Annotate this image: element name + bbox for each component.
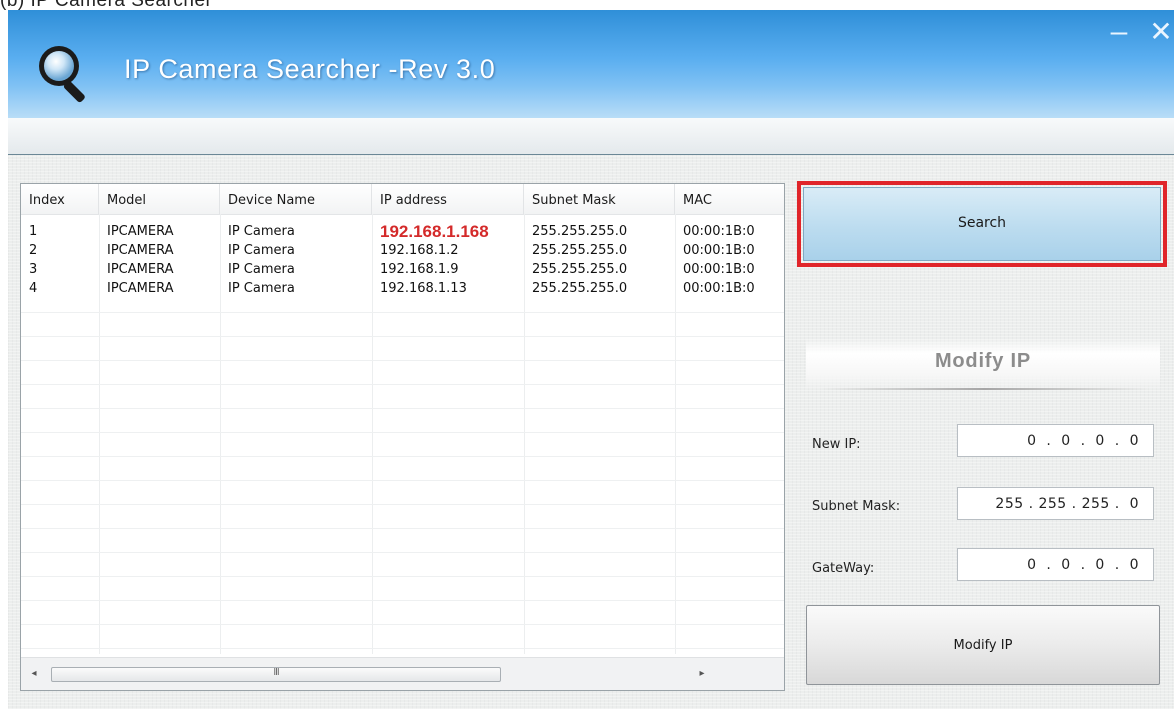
window-title: IP Camera Searcher -Rev 3.0 [124,54,496,84]
grip-icon: III [273,667,279,678]
grid-line [21,552,784,553]
cell-subnet-mask: 255.255.255.0 [532,243,628,258]
grid-line [21,600,784,601]
grid-line [21,504,784,505]
cell-subnet-mask: 255.255.255.0 [532,281,628,296]
grid-line [21,648,784,649]
cell-mac: 00:00:1B:0 [683,281,755,296]
grid-line [21,528,784,529]
gateway-label: GateWay: [812,561,875,576]
cell-model: IPCAMERA [107,281,174,296]
title-bar: IP Camera Searcher -Rev 3.0 – ✕ [8,10,1174,118]
cell-mac: 00:00:1B:0 [683,262,755,277]
column-header-index[interactable]: Index [21,184,99,214]
cell-ip-address: 192.168.1.9 [380,262,459,277]
scroll-left-icon[interactable]: ◂ [27,667,41,681]
cell-device-name: IP Camera [228,262,295,277]
minimize-icon[interactable]: – [1106,17,1132,48]
cell-model: IPCAMERA [107,262,174,277]
grid-line [21,432,784,433]
modify-ip-button[interactable]: Modify IP [806,605,1160,685]
grid-line [21,384,784,385]
grid-line [21,360,784,361]
modify-ip-heading: Modify IP [934,350,1032,372]
table-row[interactable]: 1 IPCAMERA IP Camera 192.168.1.168 255.2… [21,222,784,241]
grid-line [21,312,784,313]
cell-device-name: IP Camera [228,281,295,296]
grid-line [21,336,784,337]
column-header-mac[interactable]: MAC [675,184,784,214]
cell-device-name: IP Camera [228,224,295,239]
column-header-device-name[interactable]: Device Name [220,184,372,214]
scroll-right-icon[interactable]: ▸ [695,667,709,681]
scroll-thumb[interactable]: III [51,667,501,682]
cell-mac: 00:00:1B:0 [683,224,755,239]
cell-device-name: IP Camera [228,243,295,258]
modify-heading-divider [820,388,1150,390]
grid-line [21,408,784,409]
cell-model: IPCAMERA [107,243,174,258]
new-ip-label: New IP: [812,437,861,452]
device-list-header: Index Model Device Name IP address Subne… [21,184,784,215]
device-list[interactable]: Index Model Device Name IP address Subne… [20,183,785,691]
cell-model: IPCAMERA [107,224,174,239]
subnet-mask-label: Subnet Mask: [812,499,901,514]
cell-index: 2 [29,243,38,258]
cell-index: 4 [29,281,38,296]
cell-mac: 00:00:1B:0 [683,243,755,258]
table-row[interactable]: 2 IPCAMERA IP Camera 192.168.1.2 255.255… [21,241,784,260]
cell-ip-address: 192.168.1.2 [380,243,459,258]
search-highlight-frame [797,181,1167,267]
magnifier-icon [39,46,85,103]
cell-ip-address: 192.168.1.13 [380,281,467,296]
table-row[interactable]: 3 IPCAMERA IP Camera 192.168.1.9 255.255… [21,260,784,279]
horizontal-scrollbar[interactable]: ◂ III ▸ [21,657,784,690]
cell-ip-address-highlighted: 192.168.1.168 [380,222,489,241]
cell-index: 3 [29,262,38,277]
grid-line [21,624,784,625]
cell-subnet-mask: 255.255.255.0 [532,224,628,239]
grid-line [21,456,784,457]
cell-index: 1 [29,224,38,239]
column-header-subnet-mask[interactable]: Subnet Mask [524,184,675,214]
grid-line [21,576,784,577]
table-row[interactable]: 4 IPCAMERA IP Camera 192.168.1.13 255.25… [21,279,784,298]
column-header-ip-address[interactable]: IP address [372,184,524,214]
column-header-model[interactable]: Model [99,184,220,214]
gateway-field[interactable]: 0 . 0 . 0 . 0 [957,548,1154,581]
new-ip-field[interactable]: 0 . 0 . 0 . 0 [957,424,1154,457]
toolbar-strip [8,118,1174,155]
close-icon[interactable]: ✕ [1148,18,1174,48]
grid-line [21,480,784,481]
cell-subnet-mask: 255.255.255.0 [532,262,628,277]
subnet-mask-field[interactable]: 255 . 255 . 255 . 0 [957,487,1154,520]
